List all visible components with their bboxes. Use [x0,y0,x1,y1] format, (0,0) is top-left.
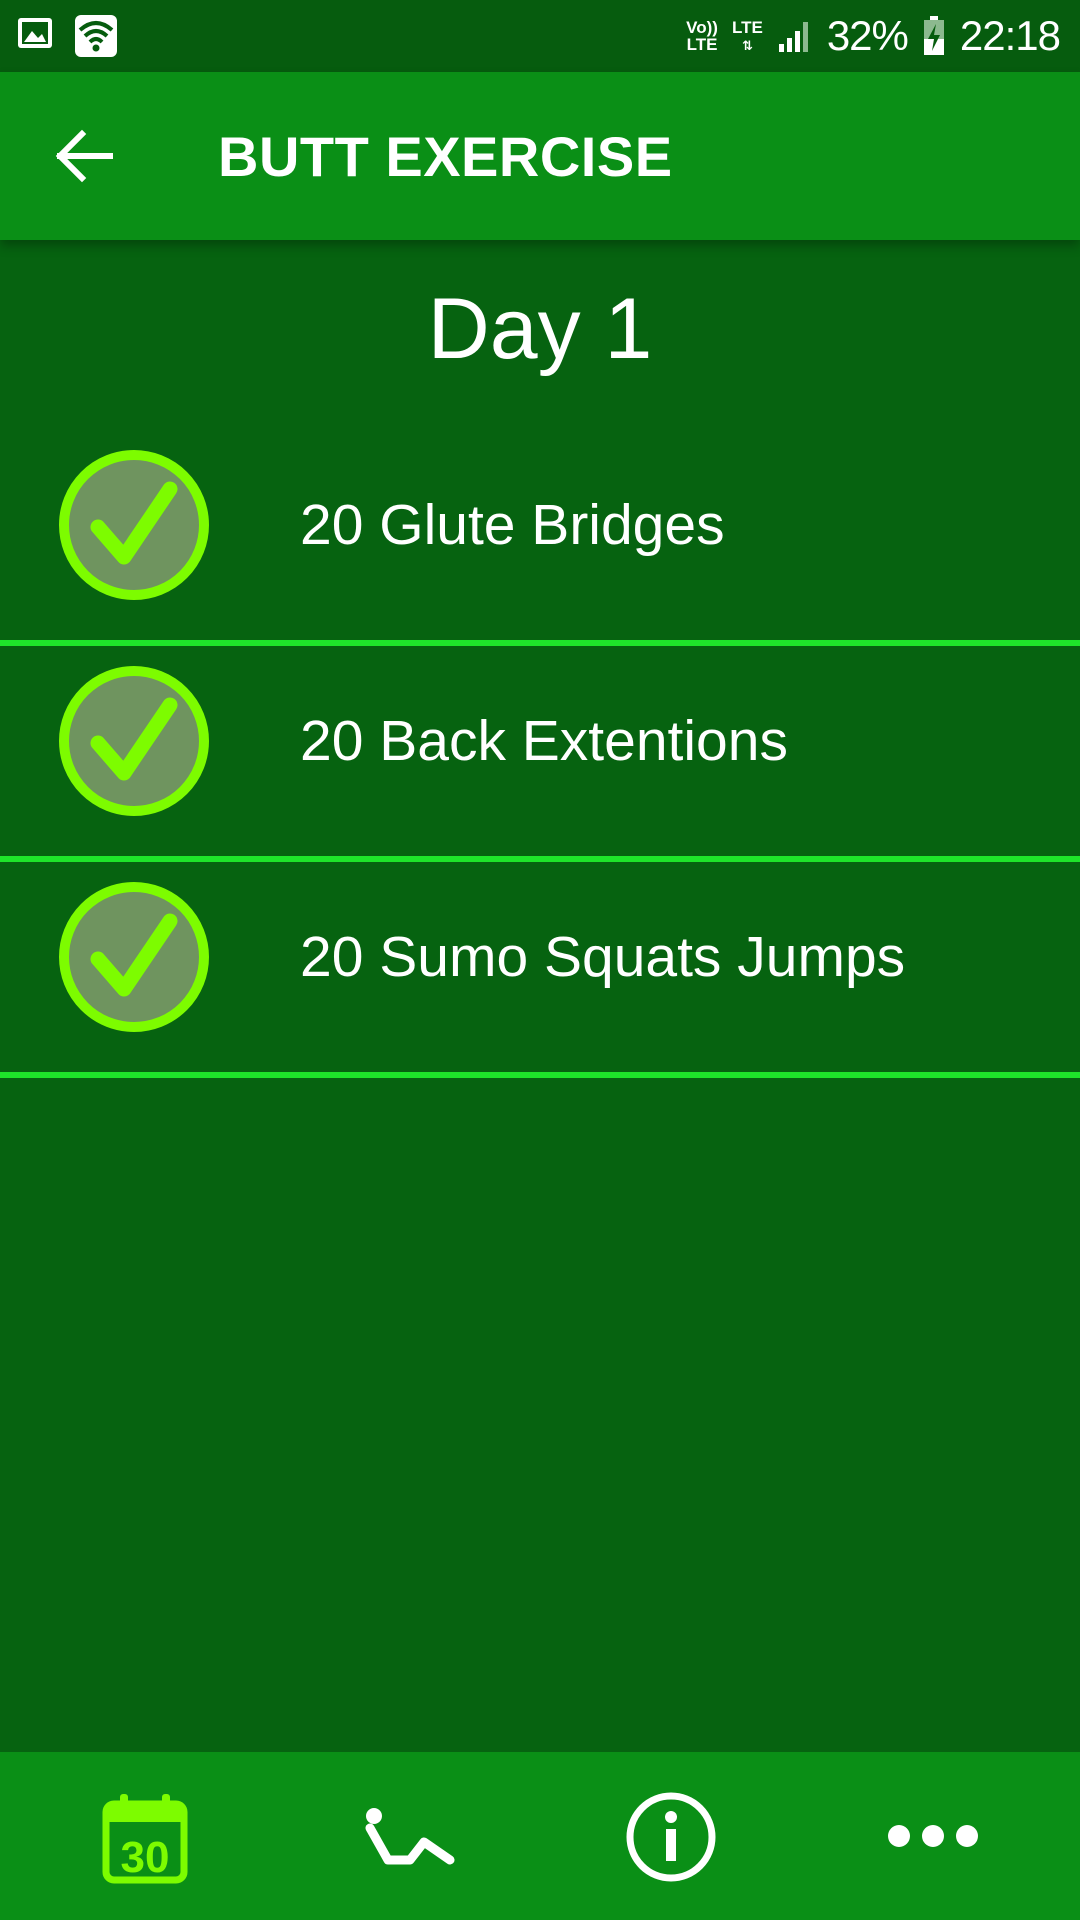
volte-icon: Vo)) LTE [686,18,718,54]
more-icon [888,1825,978,1847]
nav-exercises[interactable] [330,1752,500,1920]
exercise-label: 20 Sumo Squats Jumps [300,925,906,989]
exercise-label: 20 Glute Bridges [300,493,725,557]
check-circle-icon [59,882,209,1032]
check-circle-icon [59,450,209,600]
signal-icon [778,22,808,52]
status-left-icons [16,14,118,58]
back-button[interactable] [52,126,116,186]
nav-info[interactable] [590,1752,760,1920]
status-bar: Vo)) LTE LTE ⇅ 32% 22:18 [0,0,1080,72]
check-circle-icon [59,666,209,816]
lte-icon: LTE ⇅ [731,17,763,53]
list-item[interactable]: 20 Sumo Squats Jumps [0,862,1080,1078]
calendar-number: 30 [121,1833,170,1882]
day-title: Day 1 [427,281,653,377]
page-title: BUTT EXERCISE [218,125,673,188]
status-right-icons: Vo)) LTE LTE ⇅ 32% 22:18 [686,0,1061,72]
battery-percent: 32% [826,12,909,59]
wifi-icon [75,15,117,57]
exercise-list: 20 Glute Bridges 20 Back Extentions 20 S… [0,430,1080,1078]
clock: 22:18 [959,12,1061,59]
exercise-icon [365,1808,455,1865]
battery-charging-icon [923,16,944,55]
gallery-icon [18,18,52,48]
list-item[interactable]: 20 Glute Bridges [0,430,1080,646]
nav-calendar[interactable]: 30 [60,1752,230,1920]
nav-more[interactable] [850,1752,1020,1920]
bottom-navigation: 30 [0,1752,1080,1920]
exercise-label: 20 Back Extentions [300,709,788,773]
arrow-back-icon [55,129,113,183]
lte-label: LTE [731,17,763,37]
list-item[interactable]: 20 Back Extentions [0,646,1080,862]
info-icon [626,1792,716,1882]
calendar-icon: 30 [102,1794,188,1884]
app-bar: BUTT EXERCISE [0,72,1080,240]
